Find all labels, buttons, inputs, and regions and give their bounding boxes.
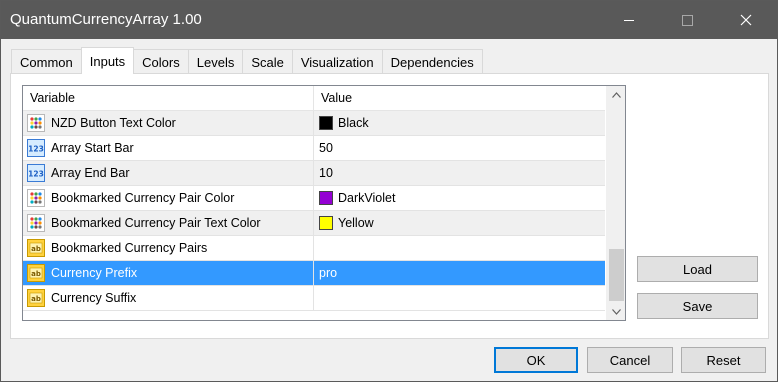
reset-button[interactable]: Reset [681,347,766,373]
ok-button[interactable]: OK [494,347,578,373]
inputs-grid[interactable]: Variable Value NZD Button Text Color Blac… [22,85,626,321]
svg-text:ab: ab [31,295,41,303]
value-text: DarkViolet [338,191,396,205]
variable-cell[interactable]: ab Currency Suffix [23,286,314,310]
integer-param-icon: 123 [27,139,45,157]
value-text: pro [319,266,338,280]
scroll-up-icon[interactable] [607,86,625,103]
value-cell[interactable] [314,236,605,260]
minimize-button[interactable] [606,1,652,39]
table-row[interactable]: 123 Array End Bar 10 [23,161,605,186]
value-cell[interactable]: 50 [314,136,605,160]
value-text: Black [338,116,369,130]
maximize-icon [681,14,693,26]
value-cell[interactable]: 10 [314,161,605,185]
variable-cell[interactable]: 123 Array End Bar [23,161,314,185]
variable-name: Array Start Bar [51,141,134,155]
variable-name: Bookmarked Currency Pair Color [51,191,235,205]
variable-name: NZD Button Text Color [51,116,176,130]
value-text: 50 [319,141,333,155]
value-text: 10 [319,166,333,180]
variable-cell[interactable]: Bookmarked Currency Pair Color [23,186,314,210]
value-text: Yellow [338,216,374,230]
vertical-scrollbar[interactable] [606,86,625,320]
variable-name: Array End Bar [51,166,130,180]
color-swatch[interactable] [319,116,333,130]
variable-name: Bookmarked Currency Pairs [51,241,208,255]
column-header-value[interactable]: Value [314,86,605,111]
tab-levels[interactable]: Levels [187,49,244,74]
variable-name: Currency Prefix [51,266,138,280]
value-cell[interactable]: Yellow [314,211,605,235]
title-bar[interactable]: QuantumCurrencyArray 1.00 [1,1,777,39]
tab-scale[interactable]: Scale [242,49,293,74]
tab-inputs[interactable]: Inputs [80,47,135,74]
close-icon [740,14,752,26]
tab-dependencies[interactable]: Dependencies [381,49,483,74]
string-param-icon: ab [27,264,45,282]
column-header-variable[interactable]: Variable [23,86,314,111]
color-swatch[interactable] [319,191,333,205]
dialog-window: QuantumCurrencyArray 1.00 Common Inputs … [0,0,778,382]
table-row[interactable]: Bookmarked Currency Pair Text Color Yello… [23,211,605,236]
variable-name: Currency Suffix [51,291,137,305]
scroll-thumb[interactable] [609,249,624,301]
grid-header: Variable Value [23,86,605,111]
color-param-icon [27,214,45,232]
table-row[interactable]: ab Bookmarked Currency Pairs [23,236,605,261]
string-param-icon: ab [27,289,45,307]
value-cell[interactable]: DarkViolet [314,186,605,210]
variable-cell[interactable]: Bookmarked Currency Pair Text Color [23,211,314,235]
scroll-down-icon[interactable] [607,303,625,320]
table-row[interactable]: Bookmarked Currency Pair Color DarkViolet [23,186,605,211]
color-param-icon [27,114,45,132]
color-swatch[interactable] [319,216,333,230]
table-row[interactable]: ab Currency Prefix pro [23,261,605,286]
svg-text:ab: ab [31,245,41,253]
maximize-button[interactable] [664,1,710,39]
tab-colors[interactable]: Colors [133,49,189,74]
svg-text:123: 123 [28,170,44,179]
svg-text:ab: ab [31,270,41,278]
table-row[interactable]: NZD Button Text Color Black [23,111,605,136]
variable-cell[interactable]: NZD Button Text Color [23,111,314,135]
close-button[interactable] [723,1,769,39]
integer-param-icon: 123 [27,164,45,182]
tab-strip: Common Inputs Colors Levels Scale Visual… [11,47,483,74]
variable-cell[interactable]: ab Bookmarked Currency Pairs [23,236,314,260]
minimize-icon [624,19,634,21]
cancel-button[interactable]: Cancel [587,347,673,373]
window-title: QuantumCurrencyArray 1.00 [10,11,202,28]
save-button[interactable]: Save [637,293,758,319]
variable-cell[interactable]: 123 Array Start Bar [23,136,314,160]
value-cell[interactable]: pro [314,261,605,285]
string-param-icon: ab [27,239,45,257]
svg-text:123: 123 [28,145,44,154]
tab-common[interactable]: Common [11,49,82,74]
value-cell[interactable]: Black [314,111,605,135]
table-row[interactable]: ab Currency Suffix [23,286,605,311]
table-row[interactable]: 123 Array Start Bar 50 [23,136,605,161]
value-cell[interactable] [314,286,605,310]
load-button[interactable]: Load [637,256,758,282]
variable-name: Bookmarked Currency Pair Text Color [51,216,261,230]
color-param-icon [27,189,45,207]
tab-visualization[interactable]: Visualization [291,49,383,74]
variable-cell[interactable]: ab Currency Prefix [23,261,314,285]
